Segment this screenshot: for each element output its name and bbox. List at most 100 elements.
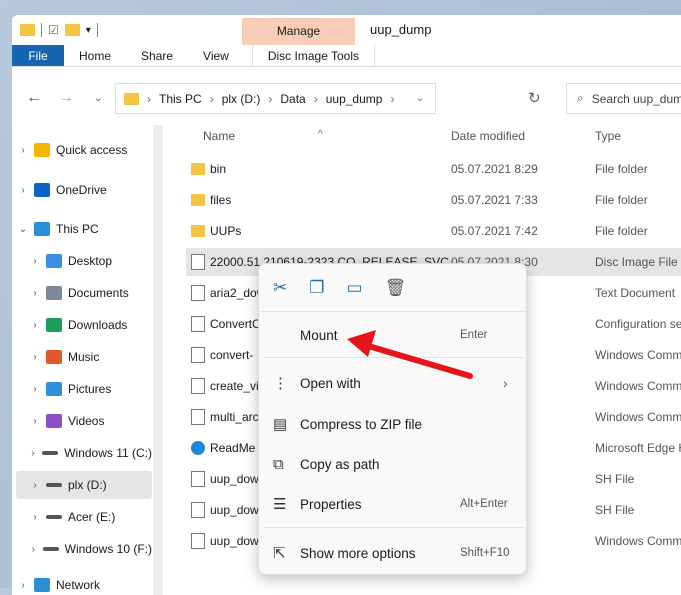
- sidebar-item[interactable]: › Network: [16, 571, 152, 595]
- drive-icon: [42, 547, 59, 551]
- file-type: File folder: [595, 162, 648, 176]
- star-icon: [34, 143, 50, 157]
- chevron-right-icon: ›: [503, 375, 508, 391]
- sidebar-item-label: plx (D:): [68, 478, 107, 492]
- tab-home[interactable]: Home: [64, 45, 126, 66]
- sidebar-item[interactable]: › Videos: [16, 407, 152, 435]
- file-type: SH File: [595, 503, 635, 517]
- new-folder-icon[interactable]: [64, 24, 80, 36]
- breadcrumb-uup-dump[interactable]: uup_dump: [326, 92, 383, 106]
- desktop-icon: [46, 254, 62, 268]
- navigation-bar: ← → ⌄ ↑ ›This PC ›plx (D:) ›Data ›uup_du…: [12, 83, 681, 115]
- open-with-icon: ⋮: [273, 375, 288, 392]
- drive-icon: [42, 451, 59, 455]
- file-type: Disc Image File: [595, 255, 678, 269]
- context-menu-item[interactable]: ⋮ Open with ›: [259, 366, 528, 400]
- sidebar-item[interactable]: › Windows 10 (F:): [16, 535, 152, 563]
- context-menu-item[interactable]: ⧉ Copy as path: [259, 447, 528, 481]
- search-input[interactable]: ⌕ Search uup_dump: [566, 83, 681, 114]
- context-menu-item[interactable]: Mount Enter: [259, 318, 528, 352]
- address-dropdown-icon[interactable]: ⌄: [416, 93, 424, 104]
- chevron-right-icon[interactable]: ›: [30, 512, 40, 523]
- chevron-right-icon[interactable]: ›: [30, 416, 40, 427]
- back-icon[interactable]: ←: [26, 89, 42, 107]
- navigation-pane-scrollbar[interactable]: [153, 125, 163, 595]
- chevron-right-icon[interactable]: ›: [30, 480, 40, 491]
- file-row[interactable]: files 05.07.2021 7:33 File folder: [186, 186, 681, 214]
- chevron-right-icon[interactable]: ›: [18, 580, 28, 591]
- column-name[interactable]: Name: [203, 129, 235, 143]
- delete-icon[interactable]: 🗑: [385, 278, 407, 298]
- breadcrumb-plx[interactable]: plx (D:): [222, 92, 261, 106]
- file-type: Microsoft Edge H: [595, 441, 681, 455]
- sidebar-item[interactable]: › Windows 11 (C:): [16, 439, 152, 467]
- sidebar-item[interactable]: › Documents: [16, 279, 152, 307]
- chevron-right-icon[interactable]: ›: [30, 256, 40, 267]
- tab-disc-image-tools[interactable]: Disc Image Tools: [251, 45, 375, 66]
- context-menu-item[interactable]: ⇱ Show more options Shift+F10: [259, 536, 528, 570]
- context-menu-item[interactable]: ▤ Compress to ZIP file: [259, 407, 528, 441]
- tab-view[interactable]: View: [188, 45, 244, 66]
- manage-context-tab[interactable]: Manage: [242, 18, 355, 45]
- cut-icon[interactable]: ✂: [273, 278, 287, 298]
- menu-divider: [263, 357, 524, 358]
- config-file-icon: [191, 316, 205, 332]
- file-row[interactable]: UUPs 05.07.2021 7:42 File folder: [186, 217, 681, 245]
- forward-icon[interactable]: →: [58, 89, 74, 107]
- sidebar-item[interactable]: › Pictures: [16, 375, 152, 403]
- recent-locations-icon[interactable]: ⌄: [94, 93, 102, 104]
- quick-access-toolbar: ☑ ▾: [20, 21, 98, 39]
- copy-path-icon: ⧉: [273, 455, 284, 473]
- text-file-icon: [191, 285, 205, 301]
- sidebar-item-label: Videos: [68, 414, 105, 428]
- cmd-file-icon: [191, 378, 205, 394]
- sidebar-item[interactable]: › plx (D:): [16, 471, 152, 499]
- chevron-right-icon[interactable]: ›: [18, 145, 28, 156]
- column-date-modified[interactable]: Date modified: [451, 129, 525, 143]
- sidebar-item[interactable]: › Quick access: [16, 136, 152, 164]
- sidebar-item[interactable]: › Desktop: [16, 247, 152, 275]
- documents-icon: [46, 286, 62, 300]
- column-type[interactable]: Type: [595, 129, 621, 143]
- context-menu-item[interactable]: ☰ Properties Alt+Enter: [259, 487, 528, 521]
- copy-icon[interactable]: ❐: [309, 278, 324, 298]
- chevron-right-icon[interactable]: ›: [30, 544, 37, 555]
- chevron-right-icon[interactable]: ›: [30, 352, 40, 363]
- chevron-right-icon[interactable]: ›: [30, 288, 40, 299]
- chevron-down-icon[interactable]: ⌄: [18, 224, 28, 235]
- sidebar-item[interactable]: ⌄ This PC: [16, 215, 152, 243]
- sidebar-item-label: Quick access: [56, 143, 128, 157]
- context-menu: ✂ ❐ ▭ 🗑 Mount Enter ⋮ Open with › ▤ Compress t…: [258, 263, 527, 575]
- videos-icon: [46, 414, 62, 428]
- file-type: Text Document: [595, 286, 676, 300]
- file-date: 05.07.2021 8:29: [451, 162, 538, 176]
- file-row[interactable]: bin 05.07.2021 8:29 File folder: [186, 155, 681, 183]
- file-name: uup_dow: [210, 472, 259, 486]
- column-headers: ^ Name Date modified Type: [190, 127, 681, 147]
- tab-share[interactable]: Share: [126, 45, 188, 66]
- search-icon: ⌕: [577, 91, 584, 105]
- folder-icon[interactable]: [20, 24, 35, 36]
- sidebar-item[interactable]: › OneDrive: [16, 176, 152, 204]
- folder-icon: [191, 163, 205, 175]
- properties-check-icon[interactable]: ☑: [48, 23, 59, 37]
- rename-icon[interactable]: ▭: [347, 278, 363, 298]
- sidebar-item-label: Network: [56, 578, 101, 592]
- breadcrumb-this-pc[interactable]: This PC: [159, 92, 202, 106]
- file-name: files: [210, 193, 232, 207]
- pictures-icon: [46, 382, 62, 396]
- chevron-right-icon[interactable]: ›: [30, 384, 40, 395]
- file-icon: [191, 502, 205, 518]
- chevron-right-icon[interactable]: ›: [30, 320, 40, 331]
- address-bar[interactable]: › This PC › plx (D:) › Data › uup_dump › ⌄: [115, 83, 436, 114]
- refresh-icon[interactable]: ↻: [528, 89, 541, 107]
- customize-toolbar-icon[interactable]: ▾: [86, 25, 91, 36]
- sidebar-item[interactable]: › Downloads: [16, 311, 152, 339]
- chevron-right-icon[interactable]: ›: [18, 185, 28, 196]
- folder-icon: [191, 194, 205, 206]
- chevron-right-icon[interactable]: ›: [30, 448, 36, 459]
- sidebar-item[interactable]: › Music: [16, 343, 152, 371]
- breadcrumb-data[interactable]: Data: [280, 92, 305, 106]
- sidebar-item[interactable]: › Acer (E:): [16, 503, 152, 531]
- tab-file[interactable]: File: [12, 45, 64, 66]
